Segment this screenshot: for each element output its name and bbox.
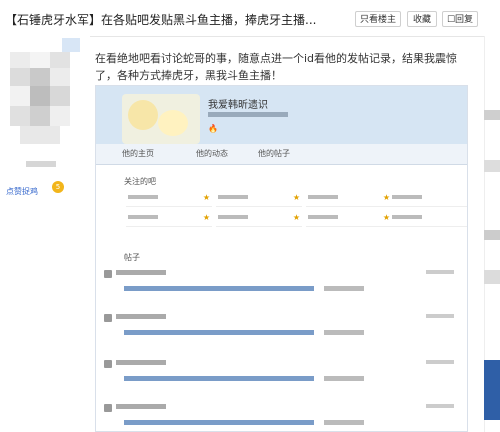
- sidebar-ad[interactable]: [484, 360, 500, 420]
- thread-header: 【石锤虎牙水军】在各贴吧发贴黑斗鱼主播，捧虎牙主播... 只看楼主 收藏 ☐回复: [0, 0, 500, 37]
- post-item[interactable]: [104, 358, 454, 398]
- tab-posts[interactable]: 他的帖子: [258, 148, 290, 159]
- tab-activity[interactable]: 他的动态: [196, 148, 228, 159]
- sidebar-block: [484, 110, 500, 120]
- followed-bar-item[interactable]: ★: [126, 212, 212, 227]
- only-op-button[interactable]: 只看楼主: [355, 11, 401, 27]
- level-badge: 5: [52, 181, 64, 193]
- post-item[interactable]: [104, 312, 454, 352]
- post-text: 在看绝地吧看讨论蛇哥的事，随意点进一个id看他的发帖记录，结果我震惊了，各种方式…: [95, 52, 458, 82]
- profile-header: 我爱韩昕遗识 🔥: [96, 86, 467, 144]
- posts-label: 帖子: [124, 253, 140, 262]
- sidebar-block: [484, 160, 500, 172]
- star-icon: ★: [382, 193, 390, 202]
- post-item[interactable]: [104, 402, 454, 431]
- followed-bar-item[interactable]: ★: [390, 192, 468, 207]
- star-icon: ★: [467, 213, 468, 222]
- embedded-screenshot[interactable]: 我爱韩昕遗识 🔥 他的主页 他的动态 他的帖子 关注的吧 ★ ★ ★ ★ ★ ★…: [95, 85, 468, 432]
- star-icon: ★: [292, 193, 300, 202]
- avatar-corner-decoration: [62, 38, 80, 52]
- followed-bar-item[interactable]: ★: [216, 212, 302, 227]
- star-icon: ★: [292, 213, 300, 222]
- followed-bar-item[interactable]: ★: [216, 192, 302, 207]
- profile-name: 我爱韩昕遗识: [208, 100, 268, 111]
- star-icon: ★: [202, 193, 210, 202]
- followed-bar-item[interactable]: ★: [126, 192, 212, 207]
- profile-tabs: 他的主页 他的动态 他的帖子: [96, 144, 467, 165]
- profile-avatar: [122, 94, 200, 144]
- avatar[interactable]: [10, 52, 70, 144]
- author-level-label: 点赞捉鸡: [6, 187, 38, 196]
- star-icon: ★: [467, 193, 468, 202]
- favorite-button[interactable]: 收藏: [407, 11, 437, 27]
- author-name[interactable]: [26, 161, 56, 167]
- star-icon: ★: [202, 213, 210, 222]
- followed-bars-label: 关注的吧: [124, 177, 156, 186]
- tab-home[interactable]: 他的主页: [122, 148, 154, 159]
- profile-flame-icon: 🔥: [208, 124, 218, 133]
- reply-button[interactable]: ☐回复: [442, 11, 478, 27]
- followed-bar-item[interactable]: ★: [306, 192, 392, 207]
- sidebar-block: [484, 230, 500, 240]
- followed-bar-item[interactable]: ★: [390, 212, 468, 227]
- author-panel: 点赞捉鸡 5: [0, 36, 90, 432]
- sidebar-block: [484, 270, 500, 284]
- post-item[interactable]: [104, 268, 454, 308]
- thread-title: 【石锤虎牙水军】在各贴吧发贴黑斗鱼主播，捧虎牙主播...: [5, 13, 317, 27]
- followed-bar-item[interactable]: ★: [306, 212, 392, 227]
- profile-subtitle: [208, 112, 288, 117]
- reply-icon: ☐: [446, 15, 456, 25]
- star-icon: ★: [382, 213, 390, 222]
